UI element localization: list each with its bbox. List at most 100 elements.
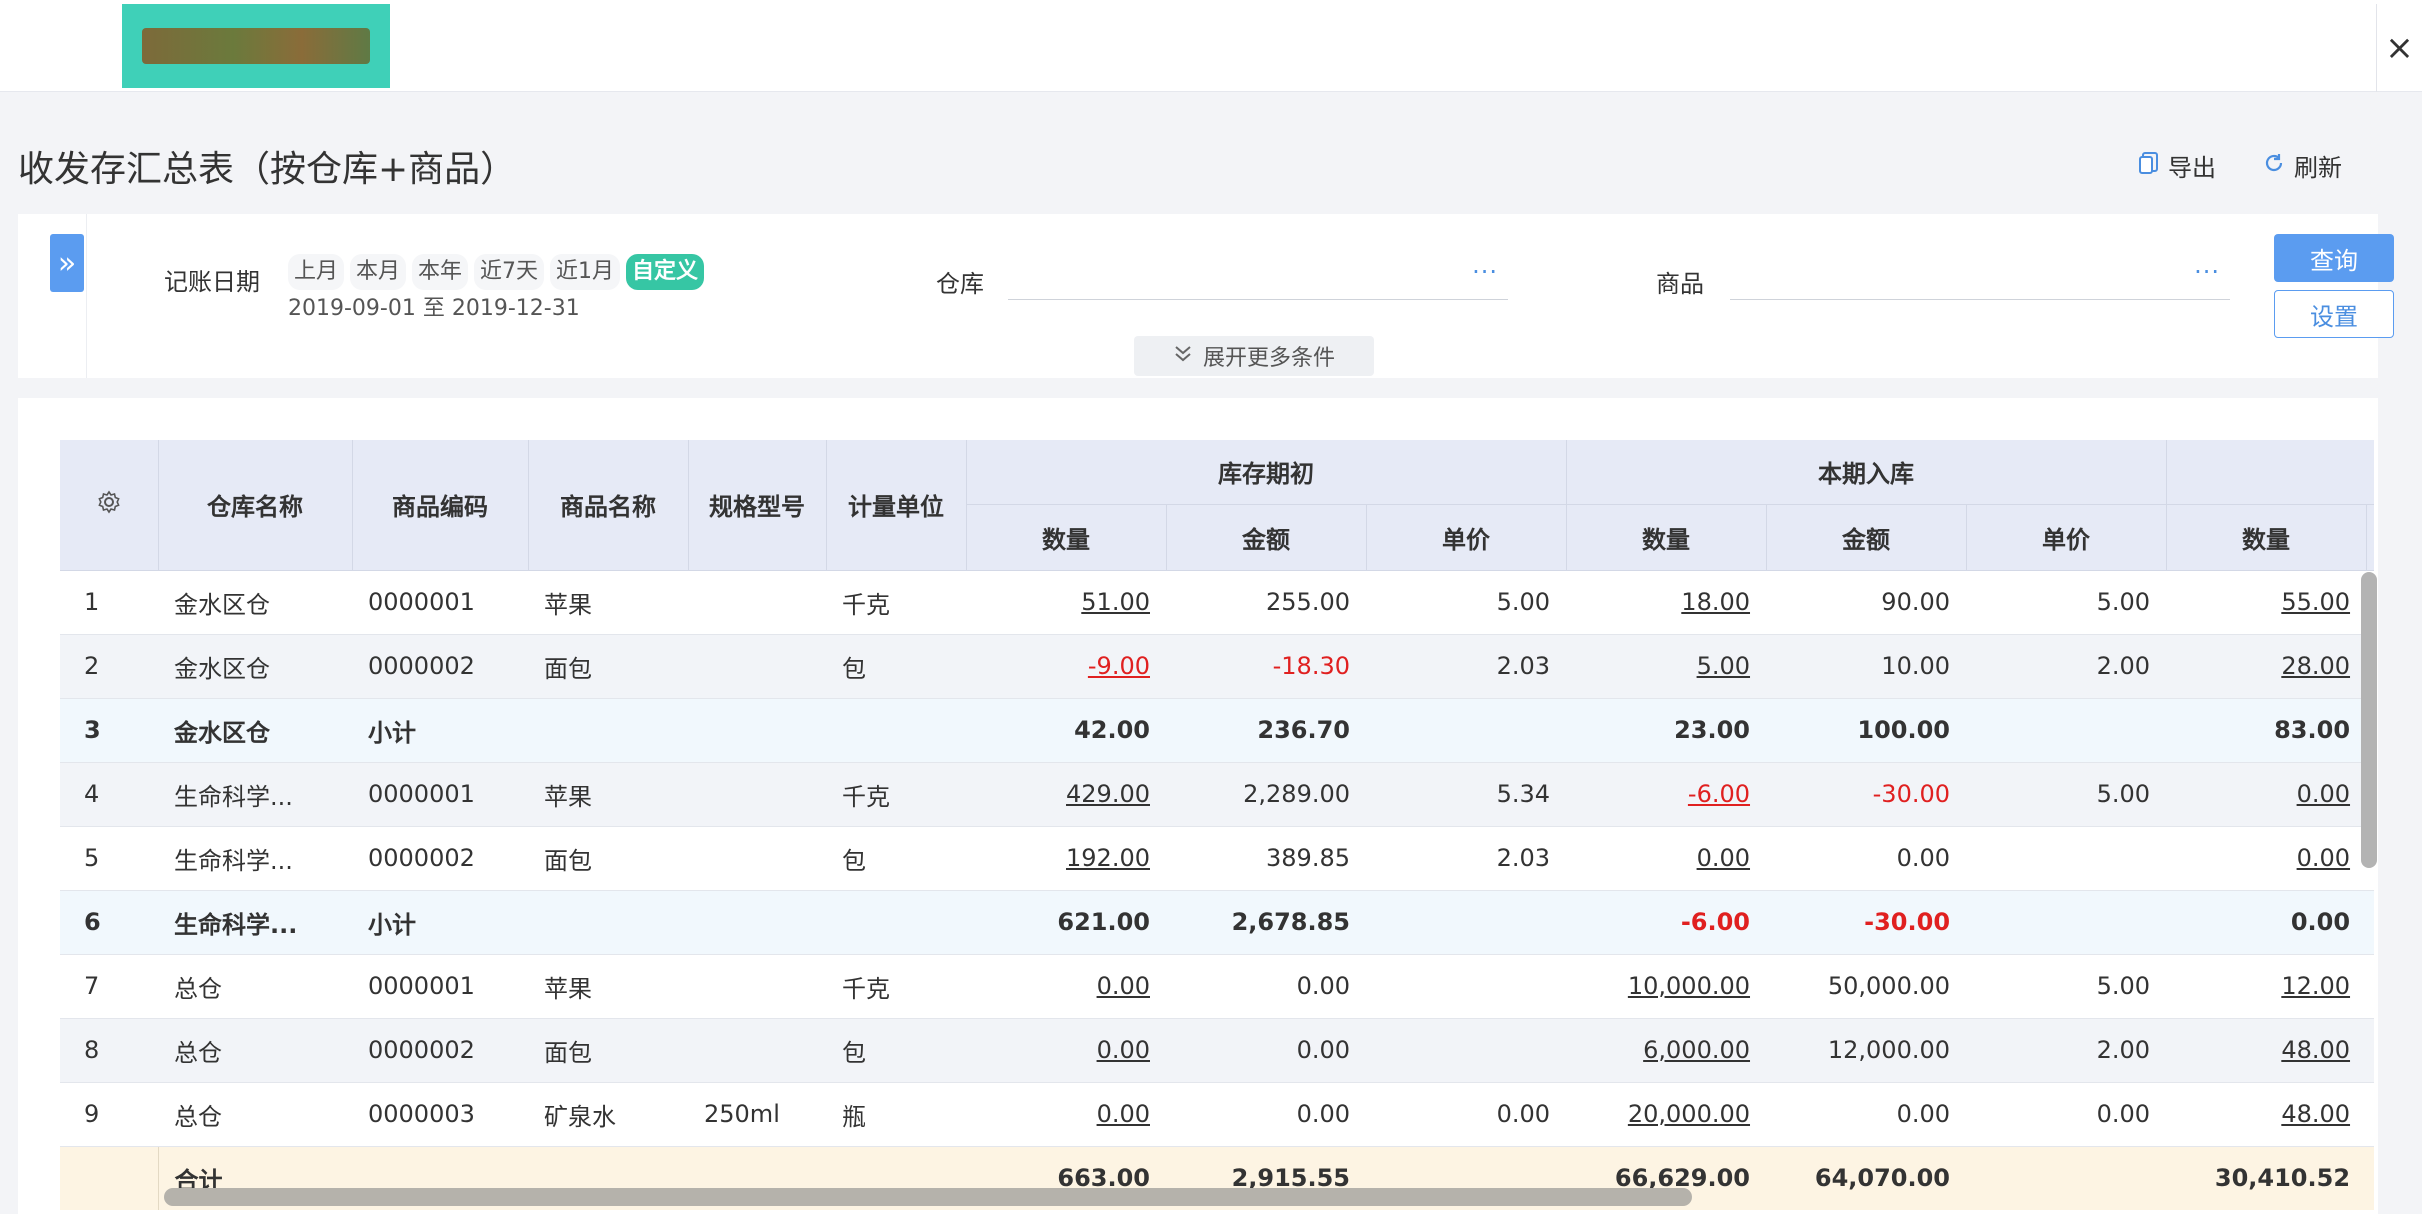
quantity-link[interactable]: 5.00 — [1697, 652, 1750, 680]
header-group-opening-stock: 库存期初 — [966, 440, 1567, 505]
table-cell: 苹果 — [528, 954, 688, 1019]
cell-value: 金水区仓 — [174, 718, 270, 747]
table-cell — [60, 1146, 159, 1210]
warehouse-input[interactable]: ··· — [1008, 256, 1508, 300]
quantity-link[interactable]: 192.00 — [1066, 844, 1150, 872]
header-opening-price[interactable]: 单价 — [1366, 504, 1567, 571]
cell-value: 7 — [84, 972, 100, 1000]
chip-last-month[interactable]: 上月 — [288, 254, 345, 290]
quantity-link[interactable]: -9.00 — [1088, 652, 1150, 680]
table-row[interactable]: 5 生命科学... 0000002 面包 包 192.00 389.85 2.03 0.00 0.… — [60, 826, 2374, 891]
export-label: 导出 — [2168, 154, 2216, 182]
table-cell: 千克 — [826, 762, 966, 827]
header-spec-model[interactable]: 规格型号 — [688, 440, 827, 571]
table-cell: 9 — [60, 1082, 158, 1147]
table-cell: 0.00 — [2166, 890, 2367, 955]
quantity-link[interactable]: 0.00 — [2297, 780, 2350, 808]
table-cell: 生命科学... — [158, 762, 352, 827]
table-cell: 瓶 — [826, 1082, 966, 1147]
table-row[interactable]: 7 总仓 0000001 苹果 千克 0.00 0.00 10,000.00 50,000.00… — [60, 954, 2374, 1019]
table-cell: 小计 — [352, 698, 528, 763]
header-goods-name[interactable]: 商品名称 — [528, 440, 689, 571]
table-cell: 429.00 — [966, 762, 1166, 827]
query-button[interactable]: 查询 — [2274, 234, 2394, 282]
header-inbound-qty[interactable]: 数量 — [1566, 504, 1767, 571]
table-body: 1 金水区仓 0000001 苹果 千克 51.00 255.00 5.00 18.00 90.0… — [60, 570, 2374, 1210]
expand-more-conditions-button[interactable]: 展开更多条件 — [1134, 336, 1374, 376]
goods-more-icon[interactable]: ··· — [2194, 258, 2220, 286]
table-cell: 苹果 — [528, 570, 688, 635]
cell-value: 0000001 — [368, 972, 475, 1000]
table-cell: 18.00 — [1566, 570, 1767, 635]
quantity-link[interactable]: 28.00 — [2281, 652, 2350, 680]
total-cell — [1966, 1146, 2167, 1210]
column-settings-header[interactable] — [60, 440, 159, 571]
cell-value: 0000002 — [368, 652, 475, 680]
table-row[interactable]: 2 金水区仓 0000002 面包 包 -9.00 -18.30 2.03 5.00 10.00 2… — [60, 634, 2374, 699]
chip-last-7-days[interactable]: 近7天 — [474, 254, 545, 290]
double-chevron-down-icon — [1173, 344, 1193, 369]
chip-last-1-month[interactable]: 近1月 — [550, 254, 621, 290]
quantity-link[interactable]: 20,000.00 — [1628, 1100, 1750, 1128]
close-button[interactable]: × — [2376, 4, 2422, 92]
subtotal-row[interactable]: 6 生命科学... 小计 621.00 2,678.85 -6.00 -30.00 0.00 — [60, 890, 2374, 955]
gear-icon[interactable] — [97, 490, 121, 514]
horizontal-scrollbar[interactable] — [164, 1188, 1692, 1206]
table-row[interactable]: 9 总仓 0000003 矿泉水 250ml 瓶 0.00 0.00 0.00 20,000.00… — [60, 1082, 2374, 1147]
vertical-scrollbar[interactable] — [2361, 572, 2377, 868]
cell-value: 5.00 — [2096, 972, 2151, 1000]
header-goods-code[interactable]: 商品编码 — [352, 440, 529, 571]
cell-value: 瓶 — [842, 1102, 866, 1131]
quantity-link[interactable]: 48.00 — [2281, 1036, 2350, 1064]
date-range-value[interactable]: 2019-09-01 至 2019-12-31 — [288, 290, 580, 322]
subtotal-row[interactable]: 3 金水区仓 小计 42.00 236.70 23.00 100.00 83.00 — [60, 698, 2374, 763]
settings-button[interactable]: 设置 — [2274, 290, 2394, 338]
quantity-link[interactable]: 51.00 — [1081, 588, 1150, 616]
goods-input[interactable]: ··· — [1730, 256, 2230, 300]
quantity-link[interactable]: -6.00 — [1688, 780, 1750, 808]
table-row[interactable]: 8 总仓 0000002 面包 包 0.00 0.00 6,000.00 12,000.00 2.… — [60, 1018, 2374, 1083]
table-cell: 5 — [60, 826, 158, 891]
table-cell: 12,000.00 — [1766, 1018, 1967, 1083]
cell-value: 23.00 — [1674, 716, 1751, 744]
quantity-link[interactable]: 0.00 — [1097, 972, 1150, 1000]
quantity-link[interactable]: 55.00 — [2281, 588, 2350, 616]
header-inbound-amount[interactable]: 金额 — [1766, 504, 1967, 571]
quantity-link[interactable]: 0.00 — [1097, 1036, 1150, 1064]
cell-value: 5 — [84, 844, 100, 872]
header-opening-qty[interactable]: 数量 — [966, 504, 1167, 571]
filter-collapse-toggle[interactable]: » — [50, 234, 84, 292]
table-cell: 0000002 — [352, 826, 528, 891]
refresh-button[interactable]: 刷新 — [2262, 148, 2342, 183]
quantity-link[interactable]: 429.00 — [1066, 780, 1150, 808]
warehouse-more-icon[interactable]: ··· — [1472, 258, 1498, 286]
table-cell: 28.00 — [2166, 634, 2367, 699]
quantity-link[interactable]: 48.00 — [2281, 1100, 2350, 1128]
header-inbound-price[interactable]: 单价 — [1966, 504, 2167, 571]
quantity-link[interactable]: 10,000.00 — [1628, 972, 1750, 1000]
table-cell — [826, 698, 966, 763]
chip-custom[interactable]: 自定义 — [626, 254, 705, 290]
table-cell: 236.70 — [1166, 698, 1366, 763]
quantity-link[interactable]: 12.00 — [2281, 972, 2350, 1000]
cell-value: 8 — [84, 1036, 100, 1064]
quantity-link[interactable]: 0.00 — [1697, 844, 1750, 872]
cell-value: 0.00 — [1296, 1036, 1350, 1064]
table-cell: 7 — [60, 954, 158, 1019]
chip-this-month[interactable]: 本月 — [350, 254, 407, 290]
table-row[interactable]: 4 生命科学... 0000001 苹果 千克 429.00 2,289.00 5.34 -6.… — [60, 762, 2374, 827]
quantity-link[interactable]: 0.00 — [1097, 1100, 1150, 1128]
quantity-link[interactable]: 18.00 — [1681, 588, 1750, 616]
table-row[interactable]: 1 金水区仓 0000001 苹果 千克 51.00 255.00 5.00 18.00 90.0… — [60, 570, 2374, 635]
header-unit[interactable]: 计量单位 — [826, 440, 967, 571]
export-button[interactable]: 导出 — [2138, 148, 2216, 183]
header-opening-amount[interactable]: 金额 — [1166, 504, 1367, 571]
chip-this-year[interactable]: 本年 — [412, 254, 469, 290]
quantity-link[interactable]: 6,000.00 — [1643, 1036, 1750, 1064]
filter-divider — [86, 214, 87, 378]
header-warehouse-name[interactable]: 仓库名称 — [158, 440, 353, 571]
cell-value: 2.00 — [2096, 1036, 2151, 1064]
cell-value: 2 — [84, 652, 100, 680]
quantity-link[interactable]: 0.00 — [2297, 844, 2350, 872]
header-next-qty[interactable]: 数量 — [2166, 504, 2367, 571]
